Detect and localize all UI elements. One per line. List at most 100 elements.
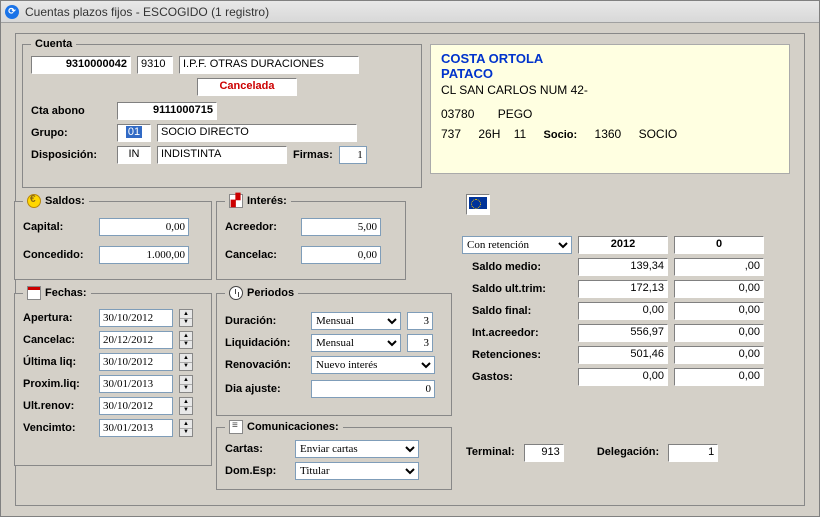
grupo-label: Grupo: [31,127,111,139]
spin-down-icon[interactable]: ▼ [180,385,192,393]
fecha-label: Cancelac: [23,334,93,346]
socio-num: 1360 [595,127,622,141]
ret-row-c2: 0,00 [674,280,764,298]
spin-up-icon[interactable]: ▲ [180,310,192,319]
ret-row-c1: 172,13 [578,280,668,298]
fecha-label: Apertura: [23,312,93,324]
fechas-legend: Fechas: [45,287,87,299]
fecha-label: Vencimto: [23,422,93,434]
client-id3: 11 [514,127,526,141]
spinner[interactable]: ▲▼ [179,353,193,371]
fechas-group: Fechas: Apertura:▲▼Cancelac:▲▼Última liq… [14,286,212,466]
dia-ajuste-input[interactable] [311,380,435,398]
fecha-label: Última liq: [23,356,93,368]
spin-up-icon[interactable]: ▲ [180,354,192,363]
retencion-panel: Con retención 2012 0 Saldo medio:139,34,… [462,236,792,390]
spin-down-icon[interactable]: ▼ [180,429,192,437]
spinner[interactable]: ▲▼ [179,331,193,349]
client-poblacion: PEGO [498,107,533,121]
fecha-input-vencimto[interactable] [99,419,173,437]
spin-up-icon[interactable]: ▲ [180,376,192,385]
saldos-group: Saldos: Capital: Concedido: [14,194,212,280]
duracion-select[interactable]: Mensual [311,312,401,330]
liquidacion-select[interactable]: Mensual [311,334,401,352]
interes-legend: Interés: [247,195,287,207]
retencion-filter-select[interactable]: Con retención [462,236,572,254]
comunicaciones-group: Comunicaciones: Cartas: Enviar cartas Do… [216,420,452,490]
retencion-anio: 2012 [578,236,668,254]
fecha-input-apertura[interactable] [99,309,173,327]
renovacion-label: Renovación: [225,359,305,371]
delegacion-value: 1 [668,444,718,462]
fecha-input-ultima_liq[interactable] [99,353,173,371]
ret-row-label: Int.acreedor: [462,327,572,339]
fecha-input-ult_renov[interactable] [99,397,173,415]
terminal-value: 913 [524,444,564,462]
spin-down-icon[interactable]: ▼ [180,363,192,371]
duracion-n-input[interactable] [407,312,433,330]
spin-down-icon[interactable]: ▼ [180,407,192,415]
ret-row-c2: 0,00 [674,346,764,364]
ret-row-c1: 556,97 [578,324,668,342]
periodos-group: Periodos Duración: Mensual Liquidación: … [216,286,452,416]
ret-row-c2: 0,00 [674,324,764,342]
coin-icon [27,194,41,208]
capital-label: Capital: [23,221,93,233]
eu-flag-box [466,194,490,215]
grupo-desc: SOCIO DIRECTO [157,124,357,142]
fecha-input-proxim_liq[interactable] [99,375,173,393]
disposicion-label: Disposición: [31,149,111,161]
liquidacion-label: Liquidación: [225,337,305,349]
fecha-input-cancelac[interactable] [99,331,173,349]
titlebar[interactable]: ⟳ Cuentas plazos fijos - ESCOGIDO (1 reg… [1,1,819,23]
fecha-label: Proxim.liq: [23,378,93,390]
grupo-cod-input[interactable]: 01 [117,124,151,142]
ret-row-label: Retenciones: [462,349,572,361]
retencion-col2: 0 [674,236,764,254]
footer-panel: Terminal: 913 Delegación: 1 [466,444,718,462]
liquidacion-n-input[interactable] [407,334,433,352]
ret-row-label: Saldo ult.trim: [462,283,572,295]
list-icon [229,420,243,434]
fecha-label: Ult.renov: [23,400,93,412]
client-name1: COSTA ORTOLA [441,51,779,66]
spinner[interactable]: ▲▼ [179,375,193,393]
cta-abono-value: 9111000715 [117,102,217,120]
spin-down-icon[interactable]: ▼ [180,341,192,349]
spin-up-icon[interactable]: ▲ [180,332,192,341]
delegacion-label: Delegación: [597,446,659,458]
dom-esp-select[interactable]: Titular [295,462,419,480]
ret-row-label: Saldo medio: [462,261,572,273]
spinner[interactable]: ▲▼ [179,309,193,327]
ret-row-c2: 0,00 [674,368,764,386]
socio-label: Socio: [544,129,578,141]
ret-row-c1: 501,46 [578,346,668,364]
spin-up-icon[interactable]: ▲ [180,398,192,407]
ret-row-label: Saldo final: [462,305,572,317]
cancelac-int-input[interactable] [301,246,381,264]
main-panel: Cuenta 9310000042 9310 I.P.F. OTRAS DURA… [15,33,805,506]
spinner[interactable]: ▲▼ [179,397,193,415]
capital-input[interactable] [99,218,189,236]
disposicion-cod: IN [117,146,151,164]
terminal-label: Terminal: [466,446,515,458]
app-window: ⟳ Cuentas plazos fijos - ESCOGIDO (1 reg… [0,0,820,517]
spinner[interactable]: ▲▼ [179,419,193,437]
ret-row-c1: 139,34 [578,258,668,276]
cartas-select[interactable]: Enviar cartas [295,440,419,458]
dia-ajuste-label: Dia ajuste: [225,383,305,395]
comunicaciones-legend: Comunicaciones: [247,421,339,433]
spin-up-icon[interactable]: ▲ [180,420,192,429]
cartas-label: Cartas: [225,443,289,455]
concedido-input[interactable] [99,246,189,264]
ret-row-c2: 0,00 [674,302,764,320]
periodos-legend: Periodos [247,287,294,299]
renovacion-select[interactable]: Nuevo interés [311,356,435,374]
dom-esp-label: Dom.Esp: [225,465,289,477]
cuenta-num: 9310000042 [31,56,131,74]
spin-down-icon[interactable]: ▼ [180,319,192,327]
firmas-input[interactable] [339,146,367,164]
window-title: Cuentas plazos fijos - ESCOGIDO (1 regis… [25,5,269,19]
acreedor-input[interactable] [301,218,381,236]
cuenta-tipo-cod: 9310 [137,56,173,74]
